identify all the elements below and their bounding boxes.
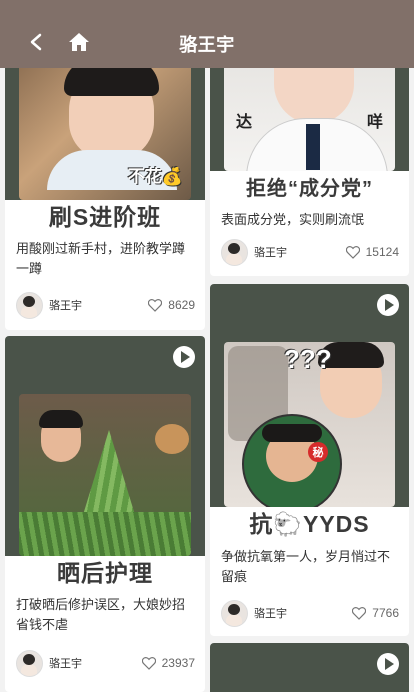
like-count[interactable]: 23937 xyxy=(141,656,195,670)
video-cover xyxy=(210,643,409,692)
video-cover: 达 咩 拒绝“成分党” xyxy=(210,68,409,201)
avatar[interactable] xyxy=(221,238,248,266)
video-card[interactable]: 晒后护理 打破晒后修护误区，大娘妙招省钱不虐 骆王宇 23937 xyxy=(5,336,205,692)
author-name[interactable]: 骆王宇 xyxy=(254,244,346,260)
top-bar: 骆王宇 xyxy=(0,0,414,68)
card-meta: 骆王宇 23937 xyxy=(16,649,195,677)
cover-image xyxy=(19,394,191,556)
cover-caption: 刷S进阶班 xyxy=(5,200,205,230)
cover-sticker-right: 咩 xyxy=(366,114,383,131)
cover-caption: 拒绝“成分党” xyxy=(210,171,409,201)
author-name[interactable]: 骆王宇 xyxy=(254,605,352,621)
author-name[interactable]: 骆王宇 xyxy=(49,655,142,671)
cover-image: 达 咩 xyxy=(224,68,395,171)
cover-image: 不花💰 xyxy=(19,68,191,200)
card-meta: 骆王宇 8629 xyxy=(16,291,195,319)
play-icon[interactable] xyxy=(173,346,195,368)
video-description: 表面成分党，实则刷流氓 xyxy=(221,212,365,227)
cover-sticker: 不花💰 xyxy=(127,167,183,186)
like-count-value: 15124 xyxy=(365,245,399,259)
card-meta: 骆王宇 7766 xyxy=(221,599,399,627)
video-description: 用酸刚过新手村，进阶教学蹲一蹲 xyxy=(16,241,186,276)
cover-sticker-left: 达 xyxy=(236,114,253,131)
video-cover: ??? 秘 抗🐑YYDS xyxy=(210,284,409,537)
avatar[interactable] xyxy=(221,599,248,627)
avatar[interactable] xyxy=(16,649,43,677)
cover-sticker: ??? xyxy=(284,344,332,374)
cover-caption: 抗🐑YYDS xyxy=(210,507,409,537)
page-title: 骆王宇 xyxy=(179,35,235,55)
like-count[interactable]: 7766 xyxy=(352,606,399,620)
cover-badge: 秘 xyxy=(308,442,328,462)
heart-icon[interactable] xyxy=(345,245,360,259)
video-card[interactable]: 不花💰 刷S进阶班 用酸刚过新手村，进阶教学蹲一蹲 骆王宇 8629 xyxy=(5,68,205,330)
heart-icon[interactable] xyxy=(141,656,156,670)
card-meta: 骆王宇 15124 xyxy=(221,238,399,266)
video-description: 打破晒后修护误区，大娘妙招省钱不虐 xyxy=(16,597,186,632)
video-card[interactable]: ??? 秘 抗🐑YYDS 争做抗氧第一人，岁月悄过不留痕 骆王宇 7766 xyxy=(210,284,409,636)
like-count-value: 7766 xyxy=(372,606,399,620)
heart-icon[interactable] xyxy=(352,606,367,620)
play-icon[interactable] xyxy=(377,294,399,316)
video-cover: 不花💰 刷S进阶班 xyxy=(5,68,205,230)
author-name[interactable]: 骆王宇 xyxy=(49,297,148,313)
heart-icon[interactable] xyxy=(148,298,163,312)
video-card[interactable]: 达 咩 拒绝“成分党” 表面成分党，实则刷流氓 骆王宇 15124 xyxy=(210,68,409,276)
video-cover: 晒后护理 xyxy=(5,336,205,586)
like-count-value: 23937 xyxy=(161,656,195,670)
like-count[interactable]: 8629 xyxy=(148,298,195,312)
cover-caption: 晒后护理 xyxy=(5,556,205,586)
like-count[interactable]: 15124 xyxy=(345,245,399,259)
video-card[interactable] xyxy=(210,643,409,692)
video-feed[interactable]: 不花💰 刷S进阶班 用酸刚过新手村，进阶教学蹲一蹲 骆王宇 8629 达 咩 拒… xyxy=(0,68,414,692)
avatar[interactable] xyxy=(16,291,43,319)
cover-image: ??? 秘 xyxy=(224,342,395,507)
video-description: 争做抗氧第一人，岁月悄过不留痕 xyxy=(221,549,391,584)
like-count-value: 8629 xyxy=(168,298,195,312)
play-icon[interactable] xyxy=(377,653,399,675)
